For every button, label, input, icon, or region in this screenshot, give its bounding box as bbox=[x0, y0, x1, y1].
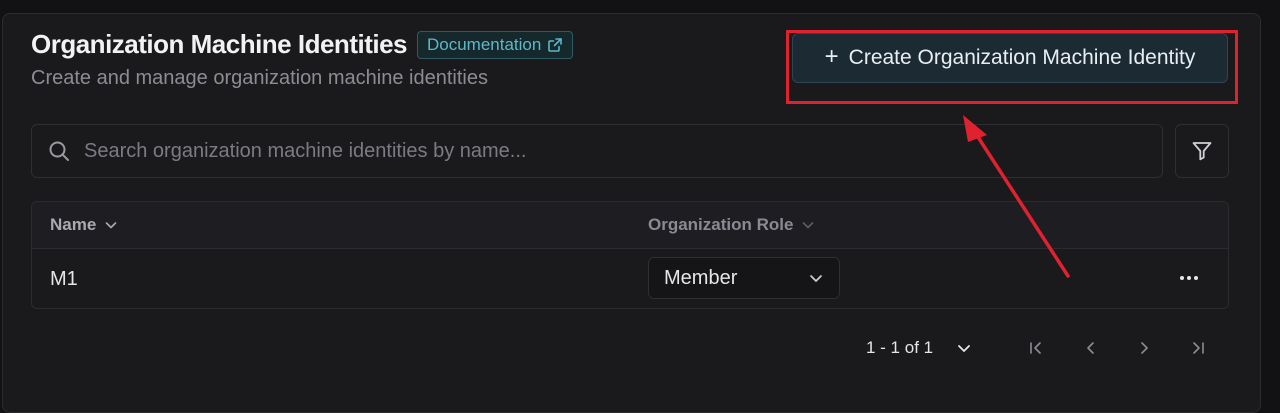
chevron-down-icon bbox=[803, 222, 814, 229]
next-page-button[interactable] bbox=[1129, 333, 1159, 363]
page-info: 1 - 1 of 1 bbox=[866, 338, 934, 357]
more-options-icon bbox=[1180, 276, 1198, 280]
chevron-left-icon bbox=[1087, 342, 1094, 354]
table-row[interactable]: M1 Member bbox=[32, 249, 1228, 308]
last-page-icon bbox=[1193, 342, 1204, 354]
table-header: Name Organization Role bbox=[32, 202, 1228, 249]
first-page-button[interactable] bbox=[1021, 333, 1051, 363]
identity-name-cell: M1 bbox=[50, 267, 78, 290]
first-page-icon bbox=[1030, 342, 1041, 354]
role-select[interactable]: Member bbox=[648, 257, 840, 299]
chevron-down-icon bbox=[810, 275, 822, 282]
last-page-button[interactable] bbox=[1183, 333, 1213, 363]
filter-button[interactable] bbox=[1175, 124, 1229, 178]
page-subtitle: Create and manage organization machine i… bbox=[31, 67, 488, 89]
chevron-down-icon bbox=[106, 222, 117, 229]
page-title: Organization Machine Identities bbox=[31, 29, 408, 59]
column-header-organization-role[interactable]: Organization Role bbox=[648, 202, 815, 248]
chevron-right-icon bbox=[1141, 342, 1148, 354]
search-input[interactable] bbox=[82, 138, 1162, 164]
filter-icon bbox=[1192, 142, 1212, 161]
search-bar bbox=[31, 124, 1163, 178]
previous-page-button[interactable] bbox=[1076, 333, 1106, 363]
identities-table: Name Organization Role M1 Member bbox=[31, 201, 1229, 309]
search-icon bbox=[48, 140, 70, 162]
chevron-down-icon bbox=[958, 345, 971, 352]
plus-icon: + bbox=[824, 43, 839, 70]
column-header-name[interactable]: Name bbox=[50, 202, 118, 248]
documentation-link[interactable]: Documentation bbox=[417, 30, 574, 59]
create-button-label: Create Organization Machine Identity bbox=[848, 46, 1196, 69]
title-row: Organization Machine Identities Document… bbox=[31, 29, 574, 60]
pagination: 1 - 1 of 1 bbox=[866, 333, 973, 363]
documentation-label: Documentation bbox=[427, 34, 542, 54]
role-select-value: Member bbox=[664, 266, 738, 289]
external-link-icon bbox=[548, 37, 563, 52]
page-size-dropdown[interactable] bbox=[955, 339, 973, 357]
row-actions-button[interactable] bbox=[1172, 261, 1206, 295]
create-machine-identity-button[interactable]: + Create Organization Machine Identity bbox=[792, 33, 1228, 83]
